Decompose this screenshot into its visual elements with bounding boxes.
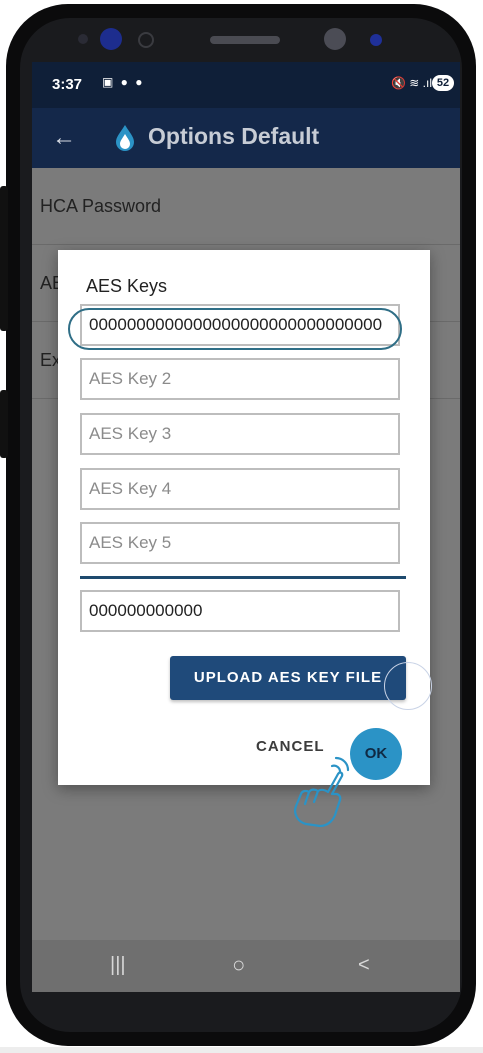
recents-icon[interactable]: ||| [110,954,126,977]
water-drop-icon [116,125,134,151]
upload-aes-key-file-button[interactable]: UPLOAD AES KEY FILE [170,656,406,700]
bottom-strip [0,1047,483,1053]
notification-icons: ▣ ● ● [102,75,145,89]
aes-key-5-input[interactable]: AES Key 5 [80,522,400,564]
indicator-dot [370,34,382,46]
aes-key-2-input[interactable]: AES Key 2 [80,358,400,400]
battery-icon: 52 [432,75,454,91]
list-item-hca-password[interactable]: HCA Password [32,168,460,245]
camera-bar [70,22,400,62]
app-bar: ← Options Default [32,108,460,168]
speaker-grille [210,36,280,44]
back-icon[interactable]: < [358,954,370,977]
volume-button [0,186,8,331]
power-button [0,390,8,458]
navigation-bar: ||| ○ < [32,940,460,992]
status-time: 3:37 [52,76,83,93]
sensor-dot [78,34,88,44]
signal-icons: 🔇 ≋ .ıl [391,76,432,90]
aes-keys-dialog: AES Keys 0000000000000000000000000000000… [58,250,432,785]
highlight-ring [68,308,402,350]
touch-indicator [384,662,432,710]
extra-key-input[interactable]: 000000000000 [80,590,400,632]
dialog-title: AES Keys [86,276,168,296]
arrow-left-icon[interactable]: ← [52,124,76,152]
aes-key-4-input[interactable]: AES Key 4 [80,468,400,510]
phone-screen: 3:37 ▣ ● ● 🔇 ≋ .ıl 52 ← Options Default … [32,62,460,992]
sensor-ring [138,32,154,48]
front-camera [100,28,122,50]
list-item-label: HCA Password [40,196,162,216]
status-bar: 3:37 ▣ ● ● 🔇 ≋ .ıl 52 [32,62,460,108]
tap-hand-icon [294,756,350,828]
divider [80,576,406,579]
proximity-sensor [324,28,346,50]
page-title: Options Default [148,123,320,149]
home-icon[interactable]: ○ [232,952,245,978]
aes-key-3-input[interactable]: AES Key 3 [80,413,400,455]
